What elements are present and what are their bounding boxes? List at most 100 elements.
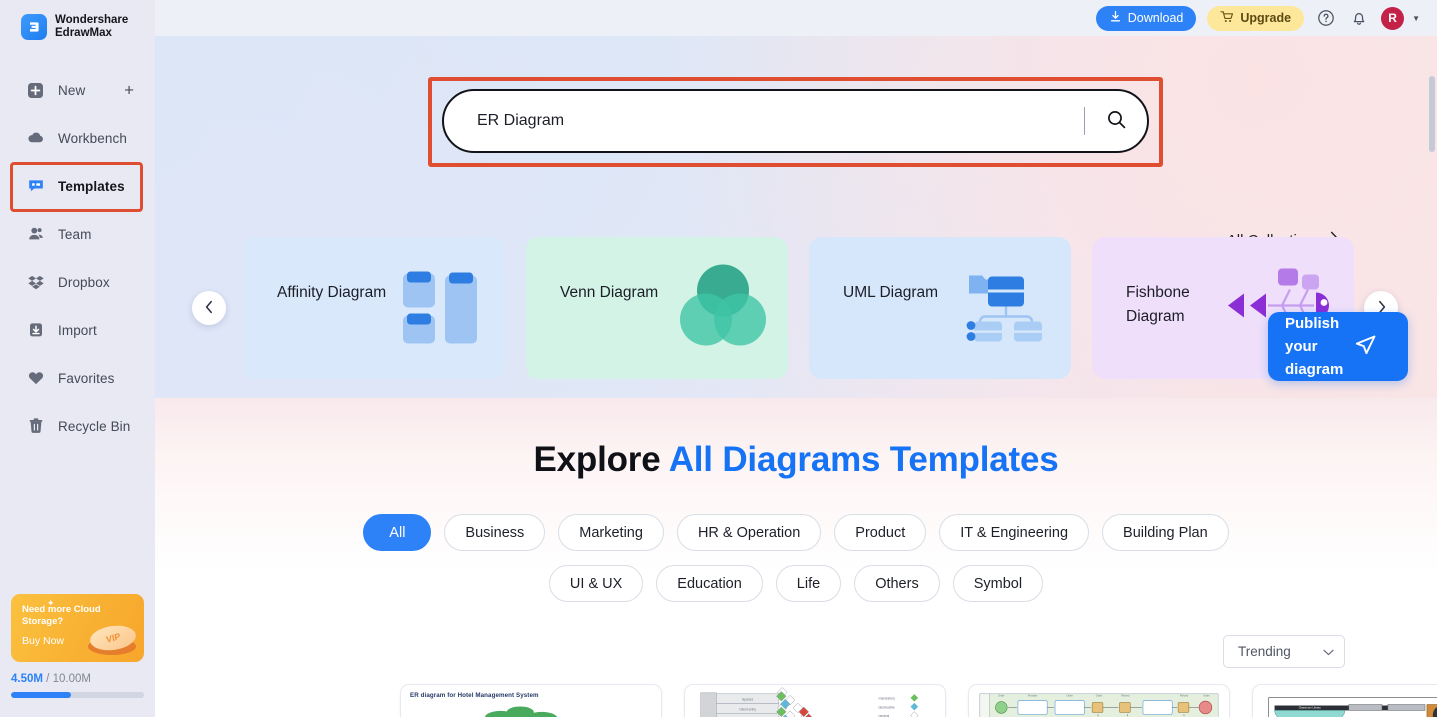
search-input[interactable] bbox=[444, 112, 1084, 130]
brand-text: Wondershare EdrawMax bbox=[55, 14, 128, 40]
category-chip-marketing[interactable]: Marketing bbox=[558, 514, 664, 551]
storage-separator: / bbox=[46, 673, 50, 685]
category-chip-all[interactable]: All bbox=[363, 514, 432, 551]
send-icon bbox=[1350, 330, 1380, 363]
upgrade-button[interactable]: Upgrade bbox=[1207, 5, 1305, 31]
download-button[interactable]: Download bbox=[1095, 5, 1197, 31]
import-icon bbox=[26, 321, 45, 340]
sidebar-item-favorites[interactable]: Favorites bbox=[0, 354, 155, 402]
collections-carousel: Affinity Diagram Venn Diagram UML Diagra… bbox=[243, 237, 1437, 379]
trash-icon bbox=[26, 417, 45, 436]
download-icon bbox=[1109, 10, 1122, 26]
template-grid: ER diagram for Hotel Management System S… bbox=[155, 668, 1437, 717]
help-circle-icon[interactable] bbox=[1315, 7, 1337, 29]
svg-text:Refund: Refund bbox=[1180, 695, 1189, 698]
search-icon bbox=[1106, 109, 1127, 133]
venn-art-icon bbox=[674, 258, 772, 359]
svg-text:Spaces: Spaces bbox=[742, 698, 753, 702]
category-chip-business[interactable]: Business bbox=[444, 514, 546, 551]
collection-card-venn[interactable]: Venn Diagram bbox=[526, 237, 788, 379]
category-chip-it-engineering[interactable]: IT & Engineering bbox=[939, 514, 1090, 551]
storage-progress-bar bbox=[11, 692, 144, 698]
category-filter-row-2: UI & UX Education Life Others Symbol bbox=[155, 565, 1437, 602]
category-chip-building-plan[interactable]: Building Plan bbox=[1102, 514, 1229, 551]
edraw-logo-icon bbox=[21, 14, 47, 40]
category-chip-symbol[interactable]: Symbol bbox=[952, 565, 1044, 602]
top-bar: Download Upgrade R ▼ bbox=[155, 0, 1437, 36]
bpmn-swimlane-thumb-icon: Order Provider Order Order Refund Refund Orde… bbox=[979, 693, 1219, 717]
explore-section: Explore All Diagrams Templates All Busine… bbox=[155, 398, 1437, 717]
sidebar-nav: New + Workbench Templates Team Dropbox I… bbox=[0, 66, 155, 450]
storage-panel: ✦ Need more Cloud Storage? Buy Now VIP 4… bbox=[11, 594, 144, 698]
template-card[interactable]: Rug Classroom Library Teacher's Desk bbox=[1252, 684, 1437, 717]
sidebar-item-new[interactable]: New + bbox=[0, 66, 155, 114]
svg-text:Provider: Provider bbox=[1028, 695, 1038, 698]
svg-text:Order: Order bbox=[1096, 695, 1103, 698]
search-button[interactable] bbox=[1085, 91, 1147, 151]
sidebar-item-label: Favorites bbox=[58, 370, 115, 386]
sidebar-item-workbench[interactable]: Workbench bbox=[0, 114, 155, 162]
category-chip-ui-ux[interactable]: UI & UX bbox=[548, 565, 644, 602]
publish-label: Publish your diagram bbox=[1285, 315, 1344, 378]
sidebar-item-label: Team bbox=[58, 226, 92, 242]
collection-card-uml[interactable]: UML Diagram bbox=[809, 237, 1071, 379]
sidebar-item-team[interactable]: Team bbox=[0, 210, 155, 258]
brand: Wondershare EdrawMax bbox=[0, 0, 155, 40]
sort-value: Trending bbox=[1238, 644, 1291, 659]
sidebar-item-label: New bbox=[58, 82, 86, 98]
storage-progress-fill bbox=[11, 692, 71, 698]
dropbox-icon bbox=[26, 273, 45, 292]
sidebar-item-label: Import bbox=[58, 322, 97, 338]
collection-card-title: Affinity Diagram bbox=[277, 284, 387, 301]
collection-card-title: Venn Diagram bbox=[560, 284, 659, 301]
svg-text:mandatory: mandatory bbox=[878, 697, 895, 701]
bell-icon[interactable] bbox=[1348, 7, 1370, 29]
download-label: Download bbox=[1127, 11, 1184, 25]
category-filters: All Business Marketing HR & Operation Produc… bbox=[155, 514, 1437, 602]
publish-diagram-button[interactable]: Publish your diagram bbox=[1268, 312, 1408, 381]
template-card[interactable]: ER diagram for Hotel Management System bbox=[400, 684, 662, 717]
cloud-storage-promo[interactable]: ✦ Need more Cloud Storage? Buy Now VIP bbox=[11, 594, 144, 662]
sidebar: Wondershare EdrawMax New + Workbench Tem… bbox=[0, 0, 155, 717]
quality-matrix-thumb-icon: SpacesClient entry Lobby/DisplayReceptio… bbox=[700, 687, 919, 717]
collection-card-title: UML Diagram bbox=[843, 284, 939, 301]
svg-text:Classroom Library: Classroom Library bbox=[1299, 705, 1322, 709]
category-chip-hr-operation[interactable]: HR & Operation bbox=[676, 514, 822, 551]
chevron-down-icon bbox=[1323, 644, 1334, 659]
sidebar-item-label: Recycle Bin bbox=[58, 418, 131, 434]
avatar-initial: R bbox=[1388, 11, 1397, 25]
category-filter-row-1: All Business Marketing HR & Operation Produc… bbox=[155, 514, 1437, 551]
category-chip-others[interactable]: Others bbox=[854, 565, 940, 602]
chevron-left-icon bbox=[204, 300, 215, 317]
templates-icon bbox=[26, 177, 45, 196]
sort-dropdown[interactable]: Trending bbox=[1223, 635, 1345, 668]
upgrade-label: Upgrade bbox=[1240, 11, 1292, 25]
chevron-down-icon[interactable]: ▼ bbox=[1412, 14, 1420, 23]
sidebar-item-dropbox[interactable]: Dropbox bbox=[0, 258, 155, 306]
brand-line2: EdrawMax bbox=[55, 27, 112, 39]
plus-square-icon bbox=[26, 81, 45, 100]
sidebar-item-recycle-bin[interactable]: Recycle Bin bbox=[0, 402, 155, 450]
er-diagram-thumb-icon bbox=[485, 706, 558, 717]
category-chip-education[interactable]: Education bbox=[656, 565, 763, 602]
classroom-floorplan-thumb-icon: Rug Classroom Library Teacher's Desk bbox=[1268, 697, 1437, 717]
page-scrollbar[interactable] bbox=[1429, 76, 1435, 152]
category-chip-life[interactable]: Life bbox=[775, 565, 842, 602]
template-card[interactable]: Order Provider Order Order Refund Refund Orde… bbox=[968, 684, 1230, 717]
plus-icon[interactable]: + bbox=[124, 82, 134, 99]
svg-text:Client entry: Client entry bbox=[739, 707, 756, 711]
sidebar-item-templates[interactable]: Templates bbox=[0, 162, 155, 210]
main-content: Download Upgrade R ▼ ER Diagram Affinity… bbox=[155, 0, 1437, 717]
carousel-prev-button[interactable] bbox=[192, 291, 226, 325]
template-card[interactable]: SpacesClient entry Lobby/DisplayReceptio… bbox=[684, 684, 946, 717]
collection-card-affinity[interactable]: Affinity Diagram bbox=[243, 237, 505, 379]
svg-text:Order: Order bbox=[1203, 695, 1210, 698]
svg-text:Order: Order bbox=[1066, 695, 1073, 698]
avatar[interactable]: R bbox=[1381, 6, 1405, 30]
hero-section: All Collections Affinity Diagram bbox=[155, 36, 1437, 398]
search-bar[interactable] bbox=[442, 89, 1149, 153]
sidebar-item-import[interactable]: Import bbox=[0, 306, 155, 354]
team-icon bbox=[26, 225, 45, 244]
category-chip-product[interactable]: Product bbox=[834, 514, 927, 551]
storage-used: 4.50M bbox=[11, 673, 43, 685]
